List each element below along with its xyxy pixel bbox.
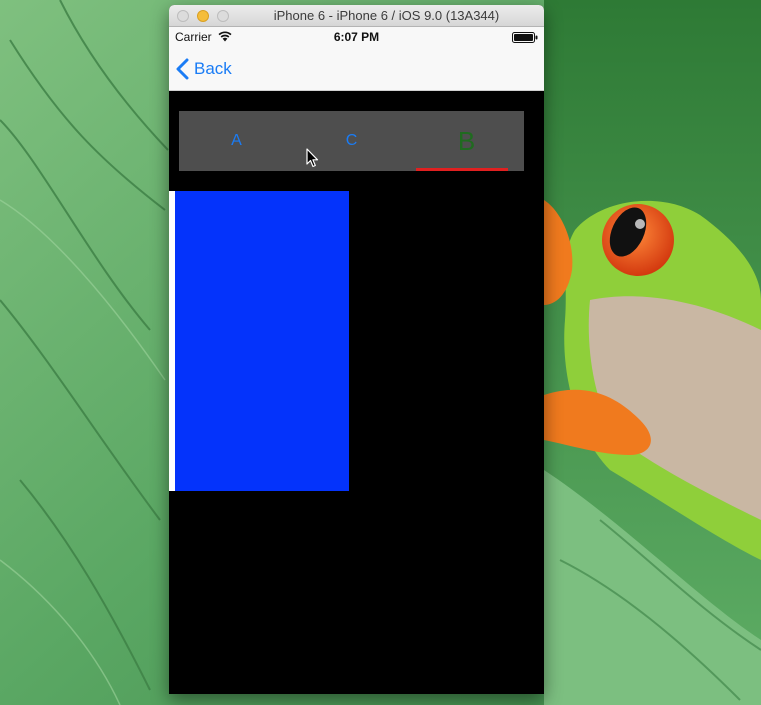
tab-b[interactable]: B bbox=[409, 111, 524, 171]
window-titlebar[interactable]: iPhone 6 - iPhone 6 / iOS 9.0 (13A344) bbox=[169, 5, 544, 27]
back-button-label: Back bbox=[194, 59, 232, 78]
tab-a-label: A bbox=[231, 132, 242, 149]
tab-c-label: C bbox=[345, 132, 358, 149]
status-bar: Carrier 6:07 PM bbox=[169, 27, 544, 47]
close-window-button[interactable] bbox=[177, 10, 189, 22]
navigation-bar: Back bbox=[169, 47, 544, 91]
content-panel[interactable] bbox=[175, 191, 349, 491]
tab-b-label: B bbox=[457, 125, 476, 156]
minimize-window-button[interactable] bbox=[197, 10, 209, 22]
mouse-cursor-icon bbox=[306, 148, 319, 168]
simulator-window: iPhone 6 - iPhone 6 / iOS 9.0 (13A344) C… bbox=[169, 5, 544, 694]
battery-icon bbox=[512, 32, 538, 43]
selected-tab-indicator bbox=[416, 168, 508, 171]
tab-a[interactable]: A bbox=[179, 111, 294, 171]
segment-tab-bar: A C B bbox=[179, 111, 524, 171]
iphone-screen: Carrier 6:07 PM Back A C B bbox=[169, 27, 544, 694]
back-button[interactable]: Back bbox=[176, 55, 232, 83]
zoom-window-button[interactable] bbox=[217, 10, 229, 22]
back-chevron-icon bbox=[176, 58, 189, 80]
window-title: iPhone 6 - iPhone 6 / iOS 9.0 (13A344) bbox=[273, 8, 500, 23]
status-time: 6:07 PM bbox=[333, 30, 380, 44]
